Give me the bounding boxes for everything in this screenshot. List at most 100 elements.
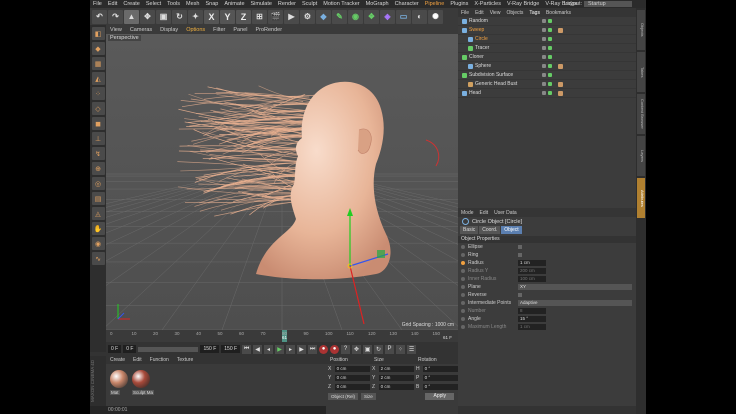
min-frame-field[interactable]: 0 F [123, 345, 137, 353]
coordinate-pos[interactable]: 0 cm [334, 366, 370, 372]
enabled-check-icon[interactable] [548, 64, 552, 68]
attribute-menu-item[interactable]: Mode [458, 210, 477, 216]
editor-visibility-dot[interactable] [542, 82, 546, 86]
animation-dot-icon[interactable] [461, 293, 465, 297]
layout-selector[interactable]: Layout: Startup [564, 0, 632, 8]
timeline-ruler[interactable]: 61 61 F 0 10 20 30 40 50 60 70 80 90 100 110 120 130 1… [106, 330, 458, 342]
planar-workplane-icon[interactable]: ◬ [91, 207, 105, 220]
move-icon[interactable]: ✥ [140, 9, 155, 24]
viewport-menu-item[interactable]: Options [182, 27, 209, 33]
enabled-check-icon[interactable] [548, 37, 552, 41]
sculpt-icon[interactable]: ✋ [91, 222, 105, 235]
menu-item[interactable]: Sculpt [299, 0, 320, 8]
object-tag-icon[interactable] [558, 90, 563, 96]
attribute-menu-item[interactable]: Edit [477, 210, 492, 216]
object-name[interactable]: Subdivision Surface [469, 72, 533, 78]
subdivision-icon[interactable]: ◉ [348, 9, 363, 24]
attribute-dropdown[interactable]: XY [518, 284, 632, 290]
z-axis-lock-button[interactable]: Z [236, 9, 251, 24]
material-name[interactable]: Sculpt Ma [132, 390, 155, 395]
attribute-value-field[interactable]: 15 ° [518, 316, 546, 322]
layout-dropdown[interactable]: Startup [584, 1, 632, 7]
material-name[interactable]: Mat [110, 390, 120, 395]
coordinate-mode-dropdown[interactable]: Object (Rel) [328, 393, 359, 400]
object-name[interactable]: Generic Head Bust [475, 81, 539, 87]
animation-dot-icon[interactable] [461, 325, 465, 329]
editor-visibility-dot[interactable] [542, 73, 546, 77]
animation-dot-icon[interactable] [461, 277, 465, 281]
object-row[interactable]: Cloner [458, 53, 636, 62]
y-axis-lock-button[interactable]: Y [220, 9, 235, 24]
object-row[interactable]: Circle [458, 35, 636, 44]
enabled-check-icon[interactable] [548, 28, 552, 32]
attribute-tab[interactable]: Coord. [479, 226, 501, 234]
coordinate-size[interactable]: 0 cm [378, 384, 414, 390]
snap-icon[interactable]: ⊕ [91, 162, 105, 175]
make-editable-icon[interactable]: ◧ [91, 27, 105, 40]
enabled-check-icon[interactable] [548, 19, 552, 23]
attribute-value-field[interactable]: 200 cm [518, 268, 546, 274]
previous-key-icon[interactable]: ◀ [253, 344, 263, 354]
animation-dot-icon[interactable] [461, 245, 465, 249]
attribute-value-field[interactable]: 1 cm [518, 260, 546, 266]
side-tab[interactable]: Layers [637, 136, 645, 176]
object-row[interactable]: Random [458, 17, 636, 26]
go-to-start-icon[interactable]: ⏮ [242, 344, 252, 354]
enable-axis-icon[interactable]: ⊥ [91, 132, 105, 145]
play-icon[interactable]: ▶ [275, 344, 285, 354]
menu-item[interactable]: Pipeline [422, 0, 448, 8]
light-icon[interactable]: ✺ [428, 9, 443, 24]
menu-item[interactable]: Animate [221, 0, 247, 8]
enabled-check-icon[interactable] [548, 91, 552, 95]
point-level-key-icon[interactable]: ⁘ [396, 344, 406, 354]
object-name[interactable]: Cloner [469, 54, 533, 60]
object-row[interactable]: Head [458, 89, 636, 98]
menu-item[interactable]: Snap [202, 0, 221, 8]
object-row[interactable]: Generic Head Bust [458, 80, 636, 89]
menu-item[interactable]: X-Particles [471, 0, 504, 8]
menu-item[interactable]: File [90, 0, 105, 8]
attribute-checkbox[interactable] [518, 245, 522, 249]
scale-icon[interactable]: ▣ [156, 9, 171, 24]
object-row[interactable]: Sweep [458, 26, 636, 35]
enabled-check-icon[interactable] [548, 73, 552, 77]
editor-visibility-dot[interactable] [542, 55, 546, 59]
coordinate-pos[interactable]: 0 cm [334, 375, 370, 381]
side-tab[interactable]: Objects [637, 10, 645, 50]
menu-item[interactable]: Create [120, 0, 143, 8]
start-frame-field[interactable]: 0 F [108, 345, 122, 353]
object-name[interactable]: Tracer [475, 45, 539, 51]
attribute-tab[interactable]: Basic [460, 226, 479, 234]
visibility-flags[interactable] [542, 46, 552, 50]
enabled-check-icon[interactable] [548, 82, 552, 86]
menu-item[interactable]: Plugins [447, 0, 471, 8]
menu-item[interactable]: Simulate [248, 0, 275, 8]
material-menu-item[interactable]: Function [146, 357, 173, 363]
attribute-dropdown[interactable]: Adaptive [518, 300, 632, 306]
viewport-menu-item[interactable]: View [106, 27, 126, 33]
side-tab[interactable]: Attributes [637, 178, 645, 218]
object-menu-item[interactable]: View [487, 10, 504, 16]
menu-item[interactable]: Tools [164, 0, 183, 8]
timeline-menu-icon[interactable]: ☰ [407, 344, 417, 354]
polygons-mode-icon[interactable]: ◼ [91, 117, 105, 130]
edges-mode-icon[interactable]: ◇ [91, 102, 105, 115]
x-axis-lock-button[interactable]: X [204, 9, 219, 24]
attribute-value-field[interactable]: 1 cm [518, 324, 546, 330]
enabled-check-icon[interactable] [548, 46, 552, 50]
next-frame-icon[interactable]: ▸ [286, 344, 296, 354]
attribute-menu-item[interactable]: User Data [491, 210, 520, 216]
texture-mode-icon[interactable]: ▦ [91, 57, 105, 70]
go-to-end-icon[interactable]: ⏭ [308, 344, 318, 354]
animation-dot-icon[interactable] [461, 301, 465, 305]
visibility-flags[interactable] [542, 82, 552, 86]
menu-item[interactable]: Motion Tracker [320, 0, 362, 8]
object-menu-item[interactable]: File [458, 10, 472, 16]
viewport-menu-item[interactable]: Display [156, 27, 182, 33]
visibility-flags[interactable] [542, 19, 552, 23]
attribute-tab[interactable]: Object [501, 226, 522, 234]
object-row[interactable]: Tracer [458, 44, 636, 53]
render-picture-viewer-icon[interactable]: ▶ [284, 9, 299, 24]
autokey-icon[interactable]: ● [330, 344, 340, 354]
redo-icon[interactable]: ↷ [108, 9, 123, 24]
